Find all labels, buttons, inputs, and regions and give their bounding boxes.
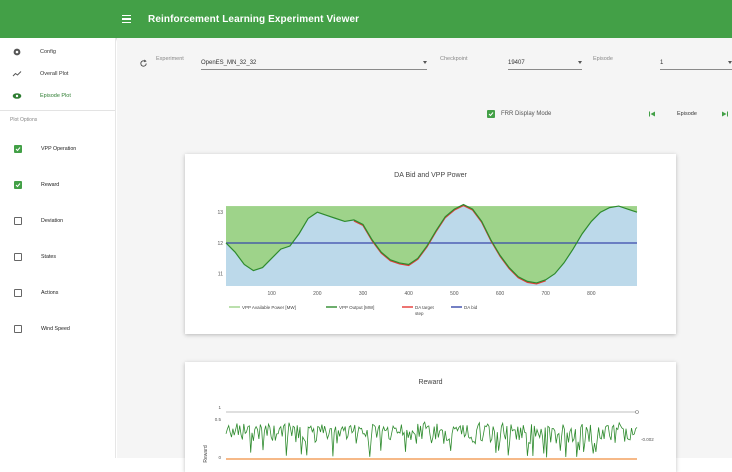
x-tick-label: 500 xyxy=(450,291,459,297)
y-tick-label: 13 xyxy=(217,210,223,216)
reward-y-tick-label: 1 xyxy=(218,405,221,410)
legend-label: VPP Output [MW] xyxy=(339,305,374,310)
x-tick-label: 300 xyxy=(359,291,368,297)
option-wind-speed[interactable]: Wind Speed xyxy=(0,311,115,347)
x-tick-label: 100 xyxy=(267,291,276,297)
vpp-chart-card: DA Bid and VPP Power 11 12 13 100 200 300 400 5… xyxy=(185,154,676,334)
nav-item-overall-plot[interactable]: Overall Plot xyxy=(0,63,115,85)
option-reward[interactable]: Reward xyxy=(0,167,115,203)
checkbox-checked[interactable] xyxy=(14,145,22,153)
option-vpp-operation[interactable]: VPP Operation xyxy=(0,131,115,167)
nav-item-label: Overall Plot xyxy=(40,71,69,77)
episode-select[interactable]: 1 xyxy=(660,56,732,70)
app-title: Reinforcement Learning Experiment Viewer xyxy=(148,13,360,25)
plot-options-subheader: Plot Options xyxy=(10,117,38,123)
legend-label: DA target xyxy=(415,305,435,310)
checkpoint-label: Checkpoint xyxy=(440,56,468,62)
reward-y-axis-label: Reward xyxy=(203,445,209,462)
option-label: Wind Speed xyxy=(41,326,70,332)
option-actions[interactable]: Actions xyxy=(0,275,115,311)
y-tick-label: 12 xyxy=(217,241,223,247)
chevron-down-icon xyxy=(728,61,732,64)
checkpoint-select[interactable]: 19407 xyxy=(508,56,582,70)
nav-item-label: Episode Plot xyxy=(40,93,71,99)
refresh-icon[interactable] xyxy=(139,55,148,73)
x-tick-label: 600 xyxy=(496,291,505,297)
experiment-select[interactable]: OpenES_MN_32_32 xyxy=(201,56,427,70)
option-label: Deviation xyxy=(41,218,64,224)
vpp-chart: 11 12 13 100 200 300 400 500 600 700 800 VPP Availa… xyxy=(217,203,638,316)
line-chart-icon xyxy=(12,69,22,79)
app-bar: Reinforcement Learning Experiment Viewer xyxy=(0,0,732,38)
checkbox-checked[interactable] xyxy=(14,181,22,189)
x-tick-label: 700 xyxy=(541,291,550,297)
chevron-down-icon xyxy=(423,61,427,64)
reward-top-marker xyxy=(635,410,639,414)
sidebar: Config Overall Plot Episode Plot Plot Op… xyxy=(0,38,116,458)
experiment-label: Experiment xyxy=(156,56,184,62)
checkbox-unchecked[interactable] xyxy=(14,289,22,297)
legend-label: VPP Available Power [MW] xyxy=(242,305,296,310)
reward-y-tick-label: 0.5 xyxy=(215,417,222,422)
nav-item-episode-plot[interactable]: Episode Plot xyxy=(0,85,115,107)
option-label: Reward xyxy=(41,182,60,188)
checkbox-unchecked[interactable] xyxy=(14,217,22,225)
next-episode-button[interactable] xyxy=(721,110,729,120)
episode-label: Episode xyxy=(593,56,613,62)
previous-episode-button[interactable] xyxy=(648,110,656,120)
checkbox-unchecked[interactable] xyxy=(14,325,22,333)
reward-chart: 10.50-0.002Reward xyxy=(203,405,654,463)
nav-item-label: Config xyxy=(40,49,56,55)
x-tick-label: 800 xyxy=(587,291,596,297)
nav-item-config[interactable]: Config xyxy=(0,41,115,63)
menu-icon[interactable] xyxy=(122,14,138,24)
reward-chart-card: Reward 1 0.5 0 -0.002 Reward xyxy=(185,362,676,472)
eye-icon xyxy=(12,91,22,101)
chevron-down-icon xyxy=(578,61,582,64)
x-tick-label: 400 xyxy=(404,291,413,297)
x-tick-label: 200 xyxy=(313,291,322,297)
option-deviation[interactable]: Deviation xyxy=(0,203,115,239)
episode-value: 1 xyxy=(660,59,664,66)
gear-icon xyxy=(12,47,22,57)
episode-nav-label: Episode xyxy=(677,111,697,117)
checkbox-checked[interactable] xyxy=(487,110,495,118)
y-tick-label: 11 xyxy=(218,272,223,278)
option-states[interactable]: States xyxy=(0,239,115,275)
main-content: Experiment OpenES_MN_32_32 Checkpoint 19… xyxy=(117,38,732,472)
experiment-value: OpenES_MN_32_32 xyxy=(201,59,257,66)
checkpoint-value: 19407 xyxy=(508,59,525,66)
option-label: VPP Operation xyxy=(41,146,77,152)
option-label: Actions xyxy=(41,290,59,296)
legend-label-cont: step xyxy=(415,311,424,316)
frr-display-mode-toggle[interactable]: FRR Display Mode xyxy=(487,110,551,118)
reward-y-tick-label: -0.002 xyxy=(641,437,654,442)
checkbox-unchecked[interactable] xyxy=(14,253,22,261)
frr-display-mode-label: FRR Display Mode xyxy=(501,111,552,117)
option-label: States xyxy=(41,254,57,260)
legend-label: DA bid xyxy=(464,305,478,310)
reward-line xyxy=(225,421,638,458)
